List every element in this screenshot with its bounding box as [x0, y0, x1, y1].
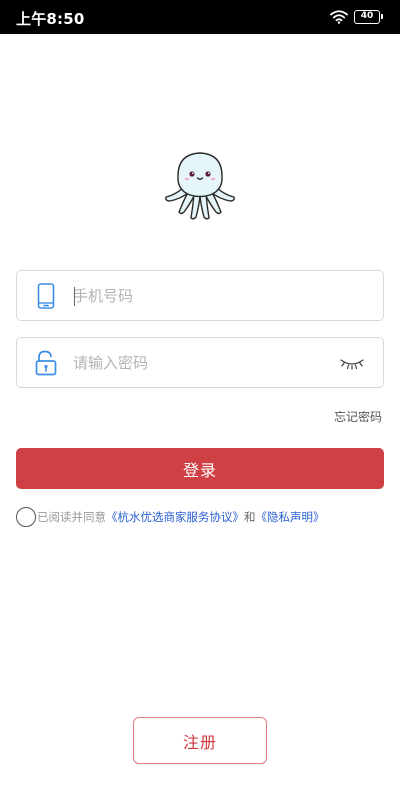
password-field[interactable]	[16, 337, 384, 388]
login-button[interactable]: 登录	[16, 448, 384, 489]
agreement-and: 和	[244, 510, 256, 524]
status-bar: 上午8:50 40	[0, 0, 400, 34]
phone-input[interactable]	[73, 279, 343, 313]
wifi-icon	[330, 10, 348, 24]
merchant-agreement-link[interactable]: 《杭水优选商家服务协议》	[106, 510, 244, 524]
password-input[interactable]	[73, 346, 343, 380]
agreement-text: 已阅读并同意《杭水优选商家服务协议》和《隐私声明》	[37, 510, 325, 524]
eye-closed-icon[interactable]	[339, 356, 365, 370]
agreement-prefix: 已阅读并同意	[37, 510, 106, 524]
register-button[interactable]: 注册	[133, 717, 267, 764]
agreement-row: 已阅读并同意《杭水优选商家服务协议》和《隐私声明》	[16, 506, 396, 528]
phone-field[interactable]	[16, 270, 384, 321]
login-screen: 上午8:50 40 手机号码 忘记密码 登录 已阅读并同意《杭水优选商家服务协议…	[0, 0, 400, 800]
status-time: 上午8:50	[16, 10, 85, 28]
forgot-password-link[interactable]: 忘记密码	[334, 408, 382, 425]
privacy-statement-link[interactable]: 《隐私声明》	[256, 510, 325, 524]
battery-icon: 40	[354, 10, 383, 24]
phone-icon	[37, 283, 55, 309]
unlock-icon	[35, 350, 57, 376]
octopus-mascot-icon	[165, 152, 235, 220]
text-caret	[74, 287, 75, 306]
agreement-checkbox[interactable]	[16, 507, 36, 527]
